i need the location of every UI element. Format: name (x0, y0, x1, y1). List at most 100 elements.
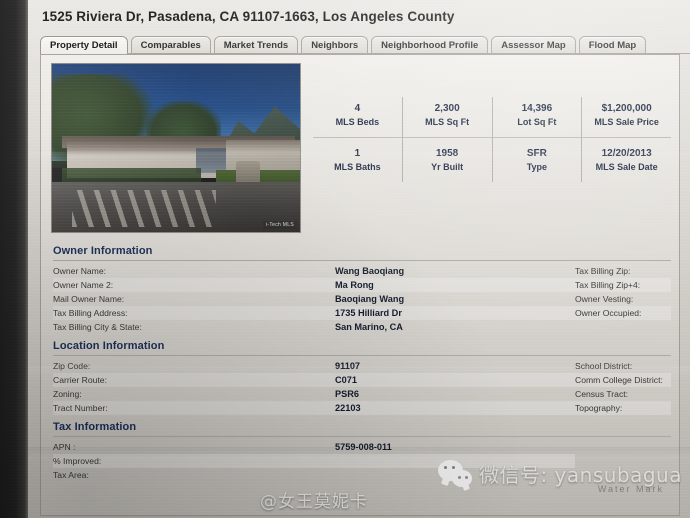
detail-sections: Owner Information Owner Name: Owner Name 2… (41, 239, 679, 482)
field-row: 91107 (335, 359, 575, 373)
field-value: San Marino, CA (335, 322, 403, 332)
title-bar: 1525 Riviera Dr, Pasadena, CA 91107-1663… (28, 0, 690, 30)
stat-lot-sq-ft: 14,396 Lot Sq Ft (492, 97, 583, 138)
field-label: Owner Vesting: (575, 294, 634, 304)
stat-value: 1 (354, 148, 361, 159)
label-column: APN : % Improved: Tax Area: (53, 440, 335, 482)
stat-label: MLS Beds (335, 116, 380, 127)
photo-lighting-overlay (52, 64, 300, 232)
section-divider (53, 355, 671, 356)
field-value: Wang Baoqiang (335, 266, 405, 276)
section-title: Location Information (53, 340, 165, 352)
field-value: 91107 (335, 361, 361, 371)
field-row: Tract Number: (53, 401, 335, 415)
field-value: Ma Rong (335, 280, 374, 290)
field-row: 1735 Hilliard Dr (335, 306, 575, 320)
field-row: Tax Area: (53, 468, 335, 482)
field-row: 22103 (335, 401, 575, 415)
stat-value: 4 (354, 103, 361, 114)
tab-neighbors[interactable]: Neighbors (301, 35, 369, 54)
page-title: 1525 Riviera Dr, Pasadena, CA 91107-1663… (42, 9, 455, 24)
field-label: Topography: (575, 403, 623, 413)
value-column: 5759-008-011 (335, 440, 575, 482)
field-row: San Marino, CA (335, 320, 575, 334)
field-label: Zip Code: (53, 361, 91, 371)
field-label: Tax Billing Address: (53, 308, 128, 318)
field-grid: Zip Code: Carrier Route: Zoning: Tract Numb… (53, 359, 671, 415)
stat-mls-baths: 1 MLS Baths (313, 138, 403, 182)
section-title: Tax Information (53, 421, 137, 433)
tab-property-detail[interactable]: Property Detail (40, 35, 128, 54)
field-row: Owner Vesting: (575, 292, 671, 306)
field-label: Mail Owner Name: (53, 294, 125, 304)
field-grid: APN : % Improved: Tax Area: 5759-008-011 (53, 440, 671, 482)
field-label: Tax Billing Zip+4: (575, 280, 641, 290)
stat-type: SFR Type (493, 138, 583, 182)
field-row: APN : (53, 440, 335, 454)
tab-comparables[interactable]: Comparables (130, 35, 211, 54)
stat-row-primary: 4 MLS Beds 2,300 MLS Sq Ft 14,396 Lot Sq Ft $1… (313, 97, 671, 138)
stat-yr-built: 1958 Yr Built (403, 138, 493, 182)
property-photo[interactable]: i-Tech MLS (51, 63, 301, 233)
field-row: Zoning: (53, 387, 335, 401)
field-row (335, 468, 575, 482)
field-row: Owner Name: (53, 264, 335, 278)
stat-mls-sq-ft: 2,300 MLS Sq Ft (402, 97, 493, 138)
secondary-label-column: School District: Comm College District: Ce… (575, 359, 671, 415)
section-divider (53, 260, 671, 261)
field-row: Owner Occupied: (575, 306, 671, 320)
field-row: PSR6 (335, 387, 575, 401)
field-row: Tax Billing Address: (53, 306, 335, 320)
field-row (335, 454, 575, 468)
field-row: Carrier Route: (53, 373, 335, 387)
field-row: C071 (335, 373, 575, 387)
stat-label: MLS Sale Price (594, 116, 659, 127)
section-tax-information: Tax Information APN : % Improved: Tax Area:… (41, 415, 679, 482)
section-owner-information: Owner Information Owner Name: Owner Name 2… (41, 239, 679, 334)
field-value: PSR6 (335, 389, 360, 399)
field-label: Census Tract: (575, 389, 629, 399)
tab-neighborhood-profile[interactable]: Neighborhood Profile (371, 35, 489, 54)
field-label: Owner Occupied: (575, 308, 642, 318)
field-label: Tax Billing City & State: (53, 322, 142, 332)
stat-value: 1958 (436, 148, 459, 159)
value-column: Wang Baoqiang Ma Rong Baoqiang Wang 1735 Hi… (335, 264, 575, 334)
field-value: Baoqiang Wang (335, 294, 405, 304)
label-column: Owner Name: Owner Name 2: Mail Owner Name:… (53, 264, 335, 334)
field-label: Comm College District: (575, 375, 663, 385)
stat-value: 2,300 (434, 103, 460, 114)
field-row: Tax Billing Zip: (575, 264, 671, 278)
field-grid: Owner Name: Owner Name 2: Mail Owner Name:… (53, 264, 671, 334)
tab-bar[interactable]: Property Detail Comparables Market Trends N… (40, 32, 690, 54)
field-label: Carrier Route: (53, 375, 107, 385)
field-value: 1735 Hilliard Dr (335, 308, 402, 318)
secondary-label-column: Tax Billing Zip: Tax Billing Zip+4: Owner … (575, 264, 671, 334)
section-title: Owner Information (53, 245, 153, 257)
tab-assessor-map[interactable]: Assessor Map (491, 35, 576, 54)
field-row: School District: (575, 359, 671, 373)
field-label: Tract Number: (53, 403, 108, 413)
section-divider (53, 436, 671, 437)
label-column: Zip Code: Carrier Route: Zoning: Tract Numb… (53, 359, 335, 415)
stat-label: MLS Sale Date (595, 161, 658, 172)
stat-label: Yr Built (431, 161, 464, 172)
field-value: 22103 (335, 403, 361, 413)
field-row: Zip Code: (53, 359, 335, 373)
property-summary: i-Tech MLS 4 MLS Beds 2,300 MLS Sq Ft 14,396… (41, 55, 679, 239)
field-row: Owner Name 2: (53, 278, 335, 292)
tab-market-trends[interactable]: Market Trends (213, 35, 299, 54)
stat-label: Type (526, 161, 548, 172)
value-column: 91107 C071 PSR6 22103 (335, 359, 575, 415)
field-label: Owner Name 2: (53, 280, 114, 290)
stat-mls-sale-date: 12/20/2013 MLS Sale Date (582, 138, 671, 182)
stat-value: $1,200,000 (601, 103, 652, 114)
stat-value: 12/20/2013 (601, 148, 652, 159)
field-row: Wang Baoqiang (335, 264, 575, 278)
stat-label: Lot Sq Ft (517, 116, 557, 127)
tab-flood-map[interactable]: Flood Map (578, 35, 647, 54)
field-label: Zoning: (53, 389, 82, 399)
field-label: Owner Name: (53, 266, 107, 276)
field-row: Baoqiang Wang (335, 292, 575, 306)
photo-credit-label: i-Tech MLS (262, 221, 297, 229)
monitor-bezel-left (0, 0, 28, 518)
